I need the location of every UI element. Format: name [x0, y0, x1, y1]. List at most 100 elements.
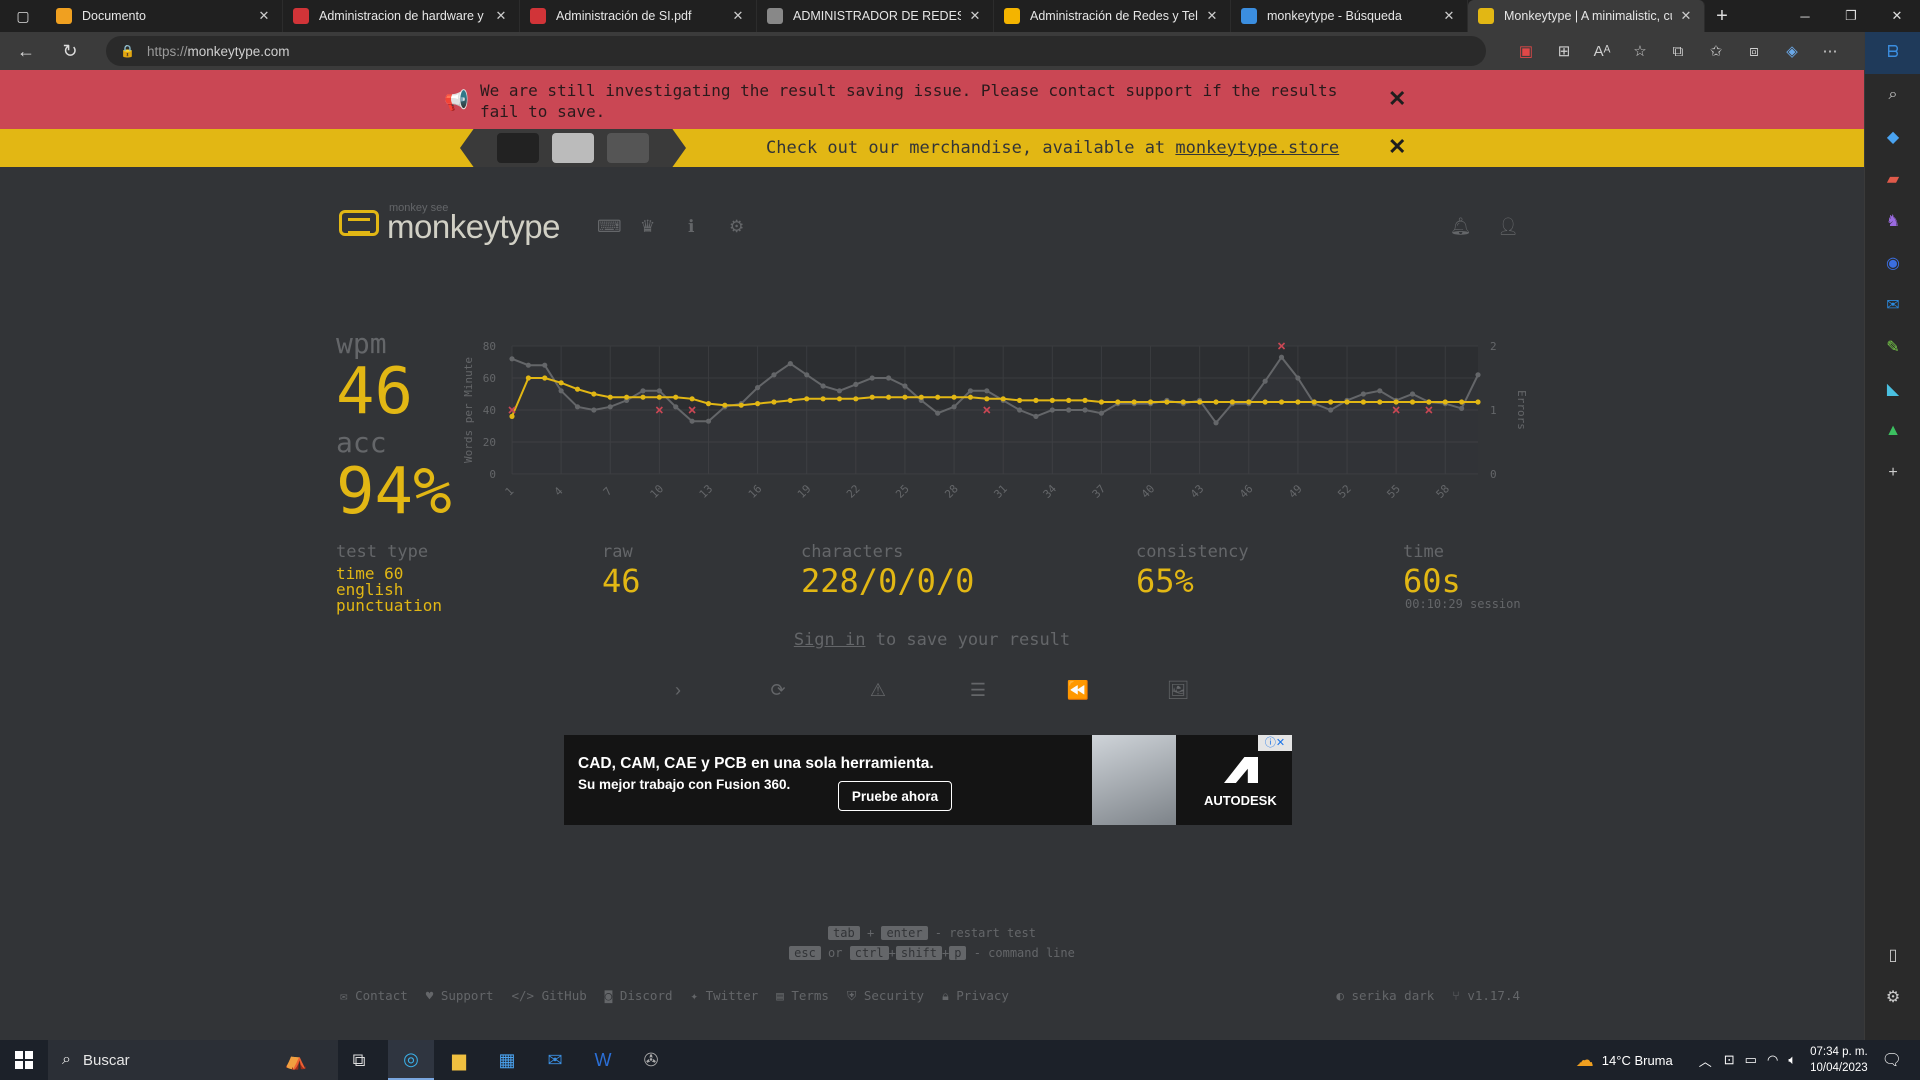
volume-icon[interactable]: 🔈︎ [1788, 1052, 1796, 1068]
screenshot-icon[interactable]: 🖼︎ [1163, 680, 1193, 710]
browser-tab[interactable]: Monkeytype | A minimalistic, cu ✕ [1468, 0, 1705, 32]
app-icon[interactable]: ✇ [628, 1040, 674, 1080]
add-sidebar-icon[interactable]: + [1865, 452, 1920, 494]
battery-icon[interactable]: ▭ [1745, 1052, 1757, 1068]
new-tab-button[interactable]: + [1705, 5, 1739, 28]
favorites-icon[interactable]: ✩ [1702, 37, 1730, 65]
shopping-icon[interactable]: ◆ [1865, 116, 1920, 158]
chart-series-raw-point [1360, 391, 1366, 397]
warning-icon[interactable]: ⚠ [863, 680, 893, 710]
restart-icon[interactable]: ⟳ [763, 680, 793, 710]
browser-tab[interactable]: Administración de SI.pdf ✕ [520, 0, 757, 32]
tab-close-icon[interactable]: ✕ [1678, 8, 1694, 24]
task-view-icon[interactable]: ⧉ [336, 1040, 382, 1080]
notifications-icon[interactable]: 🗨︎ [1882, 1050, 1902, 1070]
logo-text[interactable]: monkeytype [387, 208, 560, 246]
info-icon[interactable]: ℹ [688, 217, 694, 237]
windows-start-button[interactable] [0, 1040, 48, 1080]
collections-icon[interactable]: ⧈ [1740, 37, 1768, 65]
word-icon[interactable]: W [580, 1040, 626, 1080]
settings-icon[interactable]: ⚙ [729, 217, 744, 237]
bing-icon[interactable]: ᗷ [1865, 32, 1920, 74]
notice-close-icon[interactable]: ✕ [1388, 86, 1406, 112]
browser-tab[interactable]: ADMINISTRADOR DE REDES Y C ✕ [757, 0, 994, 32]
footer-version-link[interactable]: ⑂ v1.17.4 [1452, 988, 1520, 1003]
next-test-icon[interactable]: › [663, 680, 693, 710]
screen-cast-icon[interactable]: ▣ [1512, 37, 1540, 65]
browser-tab[interactable]: Administracion de hardware y sc ✕ [283, 0, 520, 32]
notifications-bell-icon[interactable]: 🔔︎ [1450, 217, 1472, 237]
url-bar[interactable]: 🔒 https://monkeytype.com [106, 36, 1486, 66]
browser-tab[interactable]: Administración de Redes y Telec ✕ [994, 0, 1231, 32]
edge-taskbar-icon[interactable]: ◎ [388, 1040, 434, 1080]
designer-icon[interactable]: ✎ [1865, 326, 1920, 368]
clock[interactable]: 07:34 p. m. 10/04/2023 [1810, 1044, 1868, 1076]
chart-x-tick-label: 16 [746, 482, 765, 501]
characters-value: 228/0/0/0 [801, 562, 975, 600]
ad-banner[interactable]: CAD, CAM, CAE y PCB en una sola herramie… [564, 735, 1292, 825]
footer-github-link[interactable]: </> GitHub [512, 988, 587, 1004]
close-window-icon[interactable]: ✕ [1874, 0, 1920, 32]
tab-close-icon[interactable]: ✕ [1204, 8, 1220, 24]
tab-actions-icon[interactable]: ▢ [0, 0, 46, 32]
sidebar-toggle-icon[interactable]: ▯ [1865, 934, 1920, 976]
account-user-icon[interactable]: 👤︎ [1497, 217, 1519, 237]
wifi-icon[interactable]: ◠ [1767, 1052, 1778, 1068]
tray-network-icon[interactable]: ⊡ [1724, 1052, 1735, 1068]
tab-close-icon[interactable]: ✕ [967, 8, 983, 24]
store-icon[interactable]: ▦ [484, 1040, 530, 1080]
footer-privacy-link[interactable]: 🔒︎ Privacy [942, 988, 1009, 1004]
chart-x-tick-label: 22 [844, 482, 863, 501]
microsoft365-icon[interactable]: ◉ [1865, 242, 1920, 284]
tab-close-icon[interactable]: ✕ [730, 8, 746, 24]
read-aloud-icon[interactable]: Aᴬ [1588, 37, 1616, 65]
tab-close-icon[interactable]: ✕ [493, 8, 509, 24]
adchoices-icon[interactable]: ⓘ✕ [1258, 735, 1292, 751]
tab-close-icon[interactable]: ✕ [1441, 8, 1457, 24]
word-history-icon[interactable]: ☰ [963, 680, 993, 710]
sidebar-settings-icon[interactable]: ⚙ [1865, 976, 1920, 1018]
search-highlight-icon[interactable]: ⛺ [254, 1040, 338, 1080]
footer-version-label: v1.17.4 [1467, 988, 1520, 1003]
footer-security-link[interactable]: ⛨ Security [847, 988, 924, 1004]
browser-tab[interactable]: monkeytype - Búsqueda ✕ [1231, 0, 1468, 32]
tray-chevron-icon[interactable]: ︿ [1699, 1051, 1712, 1070]
mail-icon[interactable]: ✉ [532, 1040, 578, 1080]
outlook-icon[interactable]: ✉ [1865, 284, 1920, 326]
restore-icon[interactable]: ❐ [1828, 0, 1874, 32]
weather-text[interactable]: 14°C Bruma [1602, 1053, 1673, 1068]
minimize-icon[interactable]: ─ [1782, 0, 1828, 32]
chart-x-tick-label: 34 [1041, 482, 1060, 501]
merch-store-link[interactable]: monkeytype.store [1175, 138, 1339, 158]
footer-terms-link[interactable]: ▤ Terms [776, 988, 829, 1004]
footer-contact-link[interactable]: ✉ Contact [340, 988, 408, 1004]
tools-icon[interactable]: ▰ [1865, 158, 1920, 200]
back-button[interactable]: ← [8, 36, 44, 66]
footer-support-link[interactable]: ♥ Support [426, 988, 494, 1004]
keyboard-icon[interactable]: ⌨ [597, 217, 622, 237]
more-icon[interactable]: ⋯ [1816, 37, 1844, 65]
merch-close-icon[interactable]: ✕ [1388, 134, 1406, 160]
keyboard-logo-icon[interactable] [339, 210, 379, 236]
tree-icon[interactable]: ▲ [1865, 410, 1920, 452]
profile-icon[interactable]: ◈ [1778, 37, 1806, 65]
crown-icon[interactable]: ♛ [640, 217, 655, 237]
games-icon[interactable]: ♞ [1865, 200, 1920, 242]
drop-icon[interactable]: ◣ [1865, 368, 1920, 410]
signin-link[interactable]: Sign in [794, 630, 866, 650]
footer-twitter-link[interactable]: ✦ Twitter [691, 988, 759, 1004]
search-icon[interactable]: ⌕ [1865, 74, 1920, 116]
replay-icon[interactable]: ⏪ [1063, 680, 1093, 710]
footer-discord-link[interactable]: ◙ Discord [605, 988, 673, 1004]
apps-icon[interactable]: ⊞ [1550, 37, 1578, 65]
ad-cta-button[interactable]: Pruebe ahora [838, 781, 952, 811]
file-explorer-icon[interactable]: ▆ [436, 1040, 482, 1080]
extensions-icon[interactable]: ⧉ [1664, 37, 1692, 65]
slides-icon [1004, 8, 1020, 24]
tab-close-icon[interactable]: ✕ [256, 8, 272, 24]
browser-tab[interactable]: Documento ✕ [46, 0, 283, 32]
add-favorite-icon[interactable]: ☆ [1626, 37, 1654, 65]
footer-theme-link[interactable]: ◐ serika dark [1336, 988, 1434, 1003]
refresh-button[interactable]: ↻ [52, 36, 88, 66]
consistency-value: 65% [1136, 562, 1194, 600]
